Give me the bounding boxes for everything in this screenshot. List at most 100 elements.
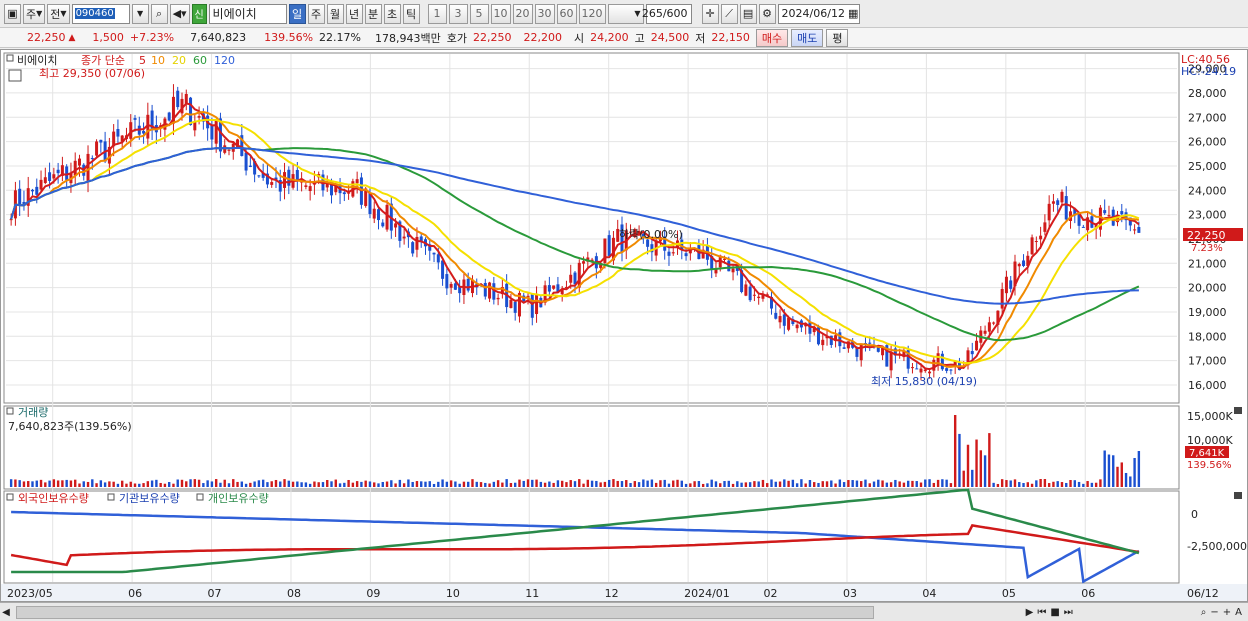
code-dropdown-button[interactable]: ▼ [131, 3, 149, 24]
volume-bar [1043, 479, 1047, 487]
candle-body [936, 353, 940, 364]
volume-bar [249, 482, 252, 487]
stop-icon[interactable]: ■ [1050, 607, 1059, 618]
volume-bar [1120, 462, 1123, 487]
settings-button[interactable]: ⚙ [758, 3, 776, 24]
volume-bar [851, 480, 854, 487]
count-10[interactable]: 10 [490, 3, 511, 24]
count-120[interactable]: 120 [578, 3, 606, 24]
candle-body [86, 153, 90, 182]
volume-bar [458, 483, 461, 487]
x-tick-label: 06/12 [1187, 587, 1219, 600]
search-button[interactable]: ⌕ [150, 3, 168, 24]
holding-panel-close-icon[interactable] [1234, 492, 1242, 499]
candle-body [73, 160, 77, 176]
gear-icon: ⚙ [762, 7, 772, 20]
chevron-down-icon: ▼ [634, 9, 641, 18]
candle-body [184, 93, 188, 104]
volume-bar [471, 479, 474, 487]
period-week[interactable]: 주 [307, 3, 325, 24]
candle-body [244, 152, 248, 171]
volume-bar [402, 483, 406, 487]
candle-body [723, 258, 727, 260]
volume-bar [988, 433, 991, 487]
draw-tool-button[interactable]: ⟋ [720, 3, 738, 24]
max-price-label: 최고 29,350 (07/06) [39, 67, 145, 80]
volume-bar [48, 480, 51, 487]
volume-bar [193, 479, 197, 487]
volume-bar [377, 483, 380, 487]
zoom-out-icon[interactable]: − [1210, 607, 1218, 618]
count-3[interactable]: 3 [448, 3, 468, 24]
candle-body [308, 186, 312, 192]
volume-bar [778, 481, 782, 487]
volume-bar [360, 481, 363, 487]
chart-canvas[interactable]: 29,00028,00027,00026,00025,00024,00023,0… [1, 50, 1247, 601]
volume-bar [868, 483, 871, 487]
volume-bar [1013, 479, 1017, 487]
scroll-thumb[interactable] [16, 605, 874, 619]
zoom-icon[interactable]: ⌕ [1201, 607, 1207, 618]
volume-bar [1086, 481, 1089, 487]
first-page-icon[interactable]: ⏮ [1037, 607, 1046, 618]
mode-select-2[interactable]: 전 ▼ [47, 3, 70, 24]
candle-body [787, 317, 791, 330]
save-button[interactable]: ▤ [739, 3, 757, 24]
stock-name-field[interactable]: 비에이치 [208, 3, 287, 24]
period-second[interactable]: 초 [383, 3, 401, 24]
period-minute[interactable]: 분 [364, 3, 382, 24]
scroll-track[interactable] [874, 606, 1026, 619]
candle-body [748, 286, 752, 301]
volume-panel [3, 405, 1180, 490]
count-20[interactable]: 20 [512, 3, 533, 24]
volume-bar [283, 479, 286, 487]
candle-body [189, 97, 193, 126]
volume-bar [761, 479, 765, 487]
volume-bar [1124, 472, 1128, 487]
volume-panel-close-icon[interactable] [1234, 407, 1242, 414]
scroll-right-icon[interactable]: ▶ [1026, 607, 1034, 618]
volume-bar [906, 480, 910, 487]
last-page-icon[interactable]: ⏭ [1064, 607, 1073, 618]
period-year[interactable]: 년 [345, 3, 363, 24]
volume-bar [1052, 481, 1055, 487]
count-60[interactable]: 60 [556, 3, 577, 24]
count-30[interactable]: 30 [534, 3, 555, 24]
volume-bar [266, 482, 269, 487]
crosshair-button[interactable]: ✛ [701, 3, 719, 24]
volume-bar [975, 439, 978, 487]
count-5[interactable]: 5 [469, 3, 489, 24]
date-input[interactable]: 2024/06/12 ▦ [777, 3, 860, 24]
sell-button[interactable]: 매도 [791, 28, 824, 47]
volume-bar [287, 480, 290, 487]
period-day[interactable]: 일 [288, 3, 306, 24]
font-size-icon[interactable]: A [1235, 607, 1242, 618]
crosshair-icon: ✛ [705, 7, 715, 20]
candle-body [1107, 215, 1111, 217]
volume-bar [18, 480, 21, 487]
speaker-button[interactable]: ◀▾ [169, 3, 190, 24]
volume-bar [659, 480, 662, 487]
view-count-input[interactable]: 265/600 [642, 3, 692, 24]
count-1[interactable]: 1 [427, 3, 447, 24]
table-icon[interactable] [8, 69, 22, 82]
volume-bar [296, 481, 299, 487]
volume-bar [142, 483, 145, 487]
mode-select-1[interactable]: 주 ▼ [23, 3, 46, 24]
stock-code-input[interactable]: 090460 [71, 3, 130, 24]
volume-bar [351, 482, 355, 487]
period-month[interactable]: 월 [326, 3, 344, 24]
eval-button[interactable]: 평 [826, 28, 849, 47]
scroll-left-icon[interactable]: ◀ [0, 607, 12, 618]
window-icon[interactable]: ▣ [4, 3, 21, 24]
chart-area[interactable]: 29,000 28,000 27,000 26,000 25,000 24,000 23,0… [0, 49, 1248, 602]
period-tick[interactable]: 틱 [402, 3, 420, 24]
buy-button[interactable]: 매수 [755, 28, 789, 47]
volume-bar [877, 479, 880, 487]
current-price-tag-text: 22,250 [1187, 229, 1226, 242]
custom-count-dropdown[interactable]: ▼ [607, 3, 644, 24]
zoom-in-icon[interactable]: + [1223, 607, 1231, 618]
volume-bar [817, 482, 820, 487]
calendar-icon: ▦ [847, 7, 859, 20]
candle-body [377, 209, 381, 221]
